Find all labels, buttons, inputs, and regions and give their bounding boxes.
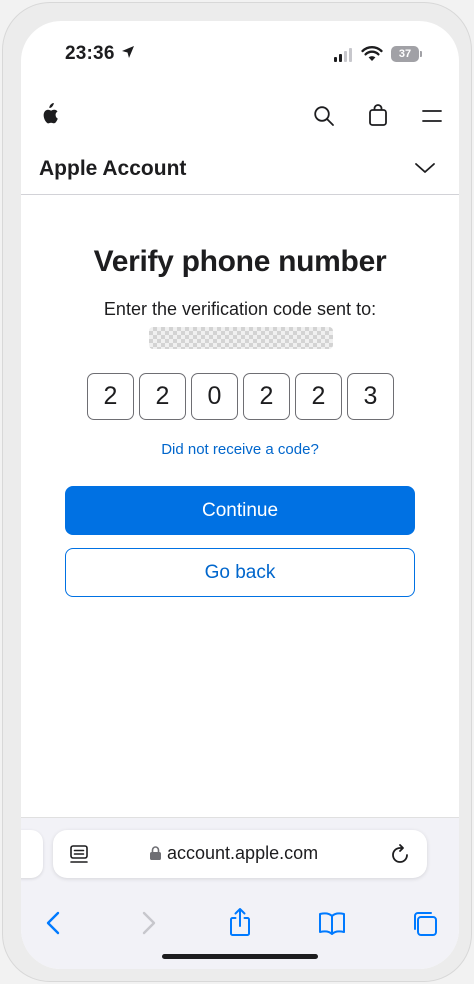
tabs-icon[interactable] [411,910,439,943]
subnav-title[interactable]: Apple Account [39,157,186,181]
resend-code-link[interactable]: Did not receive a code? [21,441,459,458]
code-digit-field[interactable]: 2 [243,373,290,420]
code-digit-field[interactable]: 0 [191,373,238,420]
status-time: 23:36 [65,43,115,64]
verification-description: Enter the verification code sent to: [103,299,377,319]
battery-icon: 37 [391,46,419,62]
page-title: Verify phone number [93,245,387,278]
forward-icon[interactable] [137,910,159,941]
location-arrow-icon [121,45,135,64]
battery-cap [420,51,422,57]
cellular-signal-icon [334,48,352,62]
code-digit-field[interactable]: 2 [139,373,186,420]
menu-icon[interactable] [421,107,443,130]
safari-bottom-bar: account.apple.com [21,817,459,969]
global-nav [21,93,459,141]
previous-tab-peek[interactable] [21,830,43,878]
code-digit-field[interactable]: 2 [295,373,342,420]
verification-code-input: 2 2 0 2 2 3 [87,373,394,420]
share-icon[interactable] [227,906,253,943]
back-icon[interactable] [43,910,65,941]
screen: 23:36 37 Apple Account Verify phone numb… [21,21,459,969]
status-bar: 23:36 37 [21,21,459,83]
code-digit-field[interactable]: 3 [347,373,394,420]
home-indicator[interactable] [162,954,318,959]
url-text[interactable]: account.apple.com [167,843,318,864]
masked-phone-number [149,327,333,349]
reader-icon[interactable] [69,844,89,871]
apple-logo-icon[interactable] [39,103,59,130]
phone-frame: 23:36 37 Apple Account Verify phone numb… [2,2,472,982]
bag-icon[interactable] [367,103,389,132]
search-icon[interactable] [313,105,335,132]
go-back-button[interactable]: Go back [65,548,415,597]
account-subnav: Apple Account [21,149,459,195]
continue-button[interactable]: Continue [65,486,415,535]
wifi-icon [361,45,383,67]
address-bar[interactable]: account.apple.com [53,830,427,878]
chevron-down-icon[interactable] [413,161,437,180]
lock-icon [149,845,162,866]
code-digit-field[interactable]: 2 [87,373,134,420]
reload-icon[interactable] [389,843,411,870]
bookmarks-icon[interactable] [317,910,347,941]
